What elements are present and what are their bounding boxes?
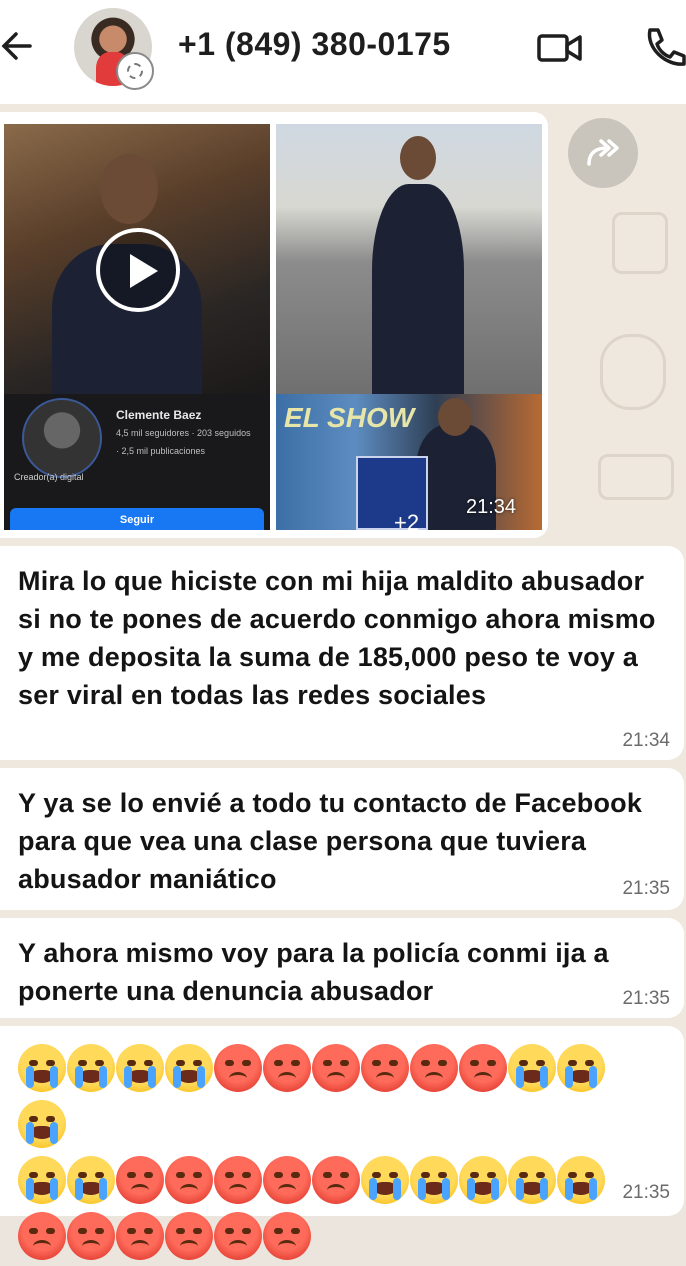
emoji-message-bubble[interactable]: 21:35: [0, 1026, 684, 1260]
crying-face-emoji: [508, 1156, 556, 1204]
angry-face-emoji: [312, 1156, 360, 1204]
angry-face-emoji: [214, 1044, 262, 1092]
status-icon[interactable]: [116, 52, 154, 90]
crying-face-emoji: [361, 1156, 409, 1204]
angry-face-emoji: [165, 1212, 213, 1260]
forward-icon: [587, 139, 619, 166]
angry-face-emoji: [459, 1044, 507, 1092]
angry-face-emoji: [312, 1044, 360, 1092]
message-bubble[interactable]: Y ya se lo envié a todo tu contacto de F…: [0, 768, 684, 910]
message-bubble[interactable]: Y ahora mismo voy para la policía conmi …: [0, 918, 684, 1018]
message-text: Mira lo que hiciste con mi hija maldito …: [18, 566, 656, 710]
play-button[interactable]: [96, 228, 180, 312]
crying-face-emoji: [18, 1044, 66, 1092]
video-thumbnail[interactable]: [4, 124, 270, 400]
profile-avatar: [22, 398, 102, 478]
wallpaper-doodle: [598, 454, 674, 500]
angry-face-emoji: [116, 1212, 164, 1260]
message-time: 21:34: [622, 730, 670, 751]
profile-name: Clemente Baez: [116, 408, 202, 422]
crying-face-emoji: [557, 1044, 605, 1092]
arrow-left-icon[interactable]: [0, 26, 40, 66]
crying-face-emoji: [67, 1156, 115, 1204]
crying-face-emoji: [459, 1156, 507, 1204]
message-text: Y ya se lo envié a todo tu contacto de F…: [18, 788, 643, 894]
profile-stats: 4,5 mil seguidores · 203 seguidos: [116, 428, 251, 438]
message-time: 21:35: [622, 1182, 670, 1203]
message-text: Y ahora mismo voy para la policía conmi …: [18, 938, 609, 1006]
angry-face-emoji: [165, 1156, 213, 1204]
show-logo-text: EL SHOW: [284, 402, 415, 433]
angry-face-emoji: [18, 1212, 66, 1260]
crying-face-emoji: [116, 1044, 164, 1092]
crying-face-emoji: [165, 1044, 213, 1092]
video-camera-icon[interactable]: [536, 28, 584, 68]
person-figure: [372, 184, 464, 400]
message-time: 21:35: [622, 988, 670, 1009]
angry-face-emoji: [410, 1044, 458, 1092]
angry-face-emoji: [116, 1156, 164, 1204]
follow-button: Seguir: [10, 508, 264, 530]
crying-face-emoji: [18, 1100, 66, 1148]
chat-header: +1 (849) 380-0175: [0, 0, 686, 104]
person-head: [438, 398, 472, 436]
photo-thumbnail[interactable]: [276, 124, 542, 400]
message-bubble[interactable]: Mira lo que hiciste con mi hija maldito …: [0, 546, 684, 760]
person-head: [100, 154, 158, 224]
crying-face-emoji: [410, 1156, 458, 1204]
crying-face-emoji: [67, 1044, 115, 1092]
angry-face-emoji: [263, 1212, 311, 1260]
profile-posts: · 2,5 mil publicaciones: [116, 446, 206, 456]
angry-face-emoji: [67, 1212, 115, 1260]
profile-role: Creador(a) digital: [14, 472, 84, 482]
contact-name[interactable]: +1 (849) 380-0175: [178, 26, 451, 63]
angry-face-emoji: [263, 1156, 311, 1204]
wallpaper-doodle: [612, 212, 668, 274]
angry-face-emoji: [263, 1044, 311, 1092]
more-media-count: +2: [394, 510, 420, 530]
message-time: 21:34: [466, 496, 517, 518]
emoji-grid: [18, 1042, 648, 1266]
person-head: [400, 136, 436, 180]
message-time: 21:35: [622, 878, 670, 899]
crying-face-emoji: [557, 1156, 605, 1204]
forward-button[interactable]: [568, 118, 638, 188]
angry-face-emoji: [214, 1156, 262, 1204]
phone-icon[interactable]: [642, 24, 686, 68]
crying-face-emoji: [18, 1156, 66, 1204]
media-message-bubble[interactable]: Clemente Baez 4,5 mil seguidores · 203 s…: [0, 112, 548, 538]
profile-screenshot-thumbnail[interactable]: Clemente Baez 4,5 mil seguidores · 203 s…: [4, 394, 270, 530]
angry-face-emoji: [214, 1212, 262, 1260]
crying-face-emoji: [508, 1044, 556, 1092]
angry-face-emoji: [361, 1044, 409, 1092]
wallpaper-doodle: [600, 334, 666, 410]
